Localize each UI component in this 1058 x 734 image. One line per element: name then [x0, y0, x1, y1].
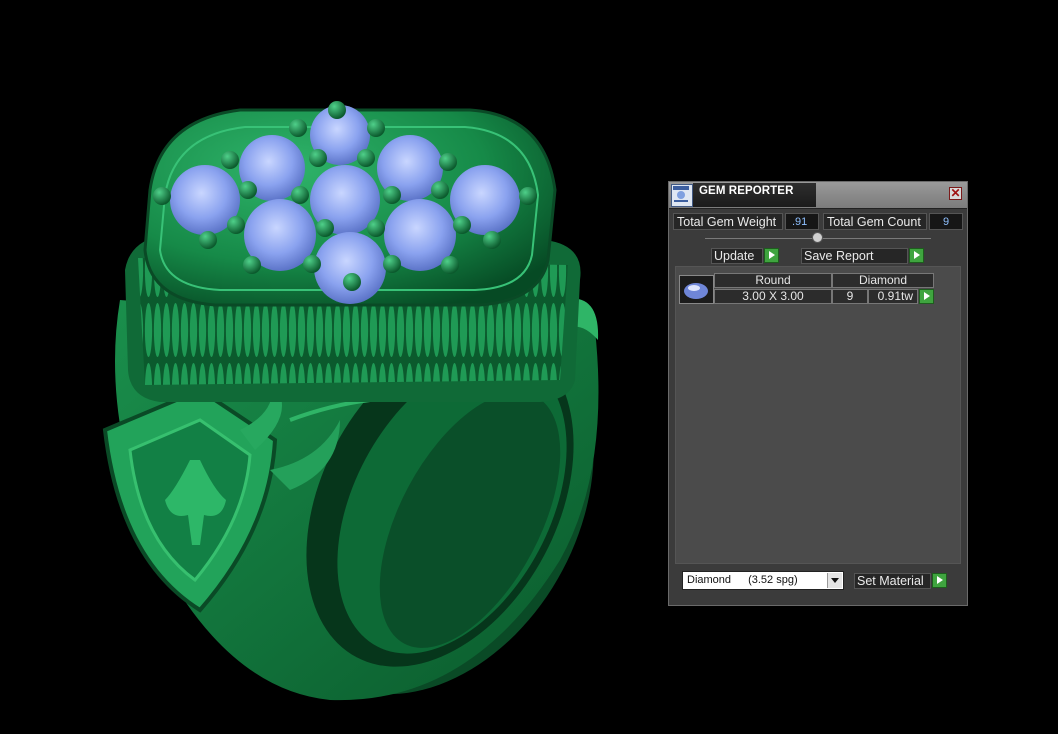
- gem-reporter-panel: GEM REPORTER ✕ Total Gem Weight .91 Tota…: [668, 181, 968, 606]
- set-material-go-icon[interactable]: [932, 573, 947, 588]
- round-gem-icon: [679, 275, 714, 304]
- panel-title: GEM REPORTER: [699, 185, 794, 197]
- update-button-label: Update: [714, 249, 755, 263]
- save-report-button[interactable]: Save Report: [801, 248, 908, 264]
- total-gem-count-value: 9: [929, 213, 963, 230]
- panel-titlebar[interactable]: GEM REPORTER ✕: [669, 182, 967, 209]
- gem-size-cell: 3.00 X 3.00: [714, 289, 832, 304]
- material-select-name: Diamond: [687, 574, 732, 586]
- gem-report-list[interactable]: Round Diamond 3.00 X 3.00 9 0.91tw: [675, 266, 961, 564]
- gem-weight-cell: 0.91tw: [868, 289, 918, 304]
- chevron-down-icon[interactable]: [827, 573, 842, 588]
- gem-reporter-app-icon: [671, 184, 693, 207]
- set-material-button-label: Set Material: [857, 574, 924, 588]
- save-report-go-icon[interactable]: [909, 248, 924, 263]
- set-material-button[interactable]: Set Material: [854, 573, 931, 589]
- material-select-spg: (3.52 spg): [748, 574, 798, 586]
- gem-count-cell: 9: [832, 289, 868, 304]
- gem-material-cell: Diamond: [832, 273, 934, 288]
- update-go-icon[interactable]: [764, 248, 779, 263]
- material-select[interactable]: Diamond (3.52 spg): [682, 571, 844, 590]
- save-report-button-label: Save Report: [804, 249, 874, 263]
- total-gem-weight-label: Total Gem Weight: [673, 213, 783, 230]
- close-icon[interactable]: ✕: [949, 187, 962, 200]
- gem-row-go-icon[interactable]: [919, 289, 934, 304]
- total-gem-count-label: Total Gem Count: [823, 213, 927, 230]
- update-button[interactable]: Update: [711, 248, 763, 264]
- total-gem-weight-value: .91: [785, 213, 819, 230]
- gem-shape-cell: Round: [714, 273, 832, 288]
- slider-handle[interactable]: [812, 232, 823, 243]
